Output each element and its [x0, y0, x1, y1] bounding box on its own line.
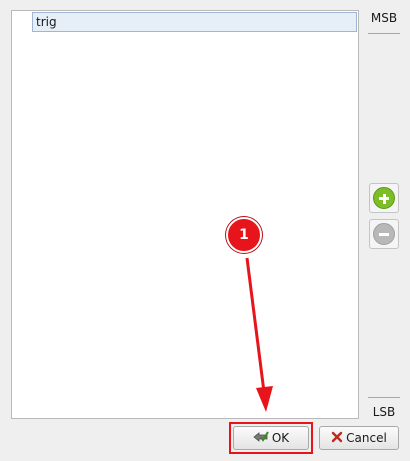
step-marker: 1: [226, 217, 262, 253]
step-number: 1: [239, 227, 249, 243]
annotation-arrow: [245, 257, 273, 412]
